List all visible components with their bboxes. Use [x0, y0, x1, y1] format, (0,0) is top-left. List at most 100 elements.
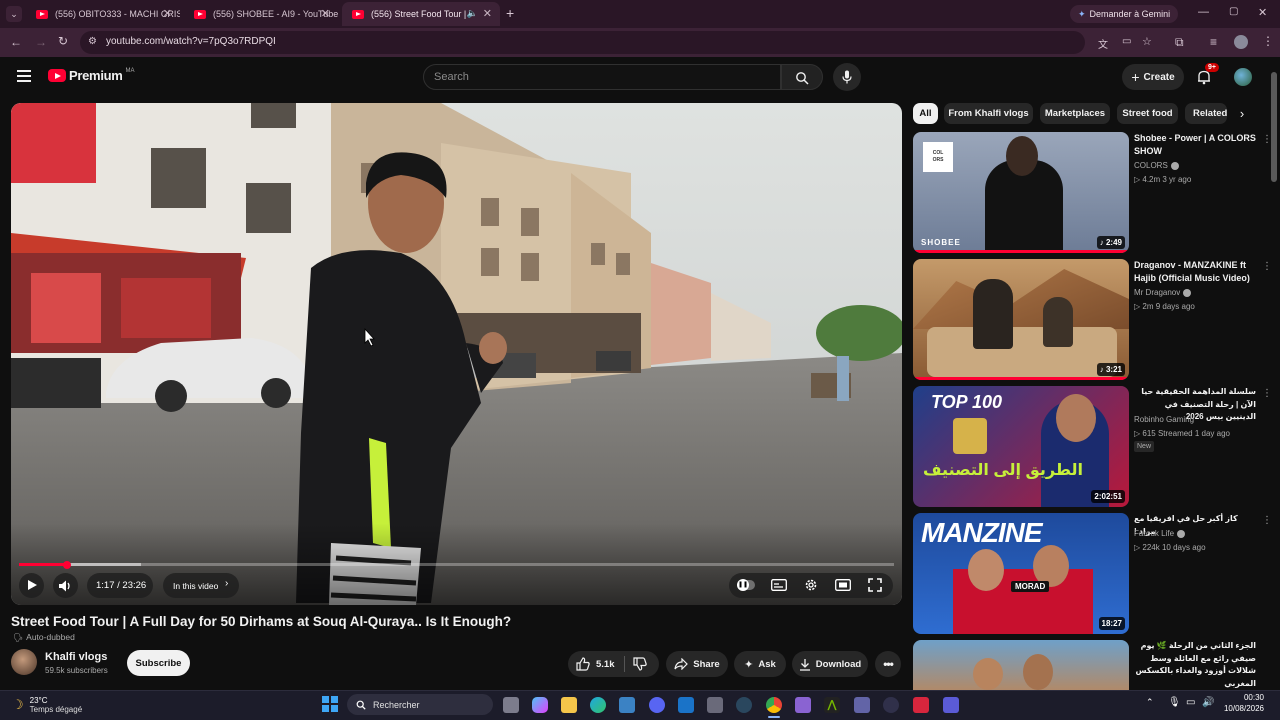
- weather-desc: Temps dégagé: [29, 705, 83, 714]
- theater-mode-button[interactable]: [835, 579, 851, 591]
- rec-thumbnail-2[interactable]: ♪ 3:21: [913, 259, 1129, 380]
- url-text[interactable]: youtube.com/watch?v=7pQ3o7RDPQI: [106, 36, 276, 47]
- notification-count-badge: 9+: [1205, 63, 1219, 72]
- extensions-icon[interactable]: ⧉: [1175, 35, 1184, 50]
- task-view-icon[interactable]: [503, 697, 519, 713]
- copilot-icon[interactable]: [532, 697, 548, 713]
- network-icon[interactable]: ▭: [1186, 697, 1195, 708]
- obs-icon[interactable]: [883, 697, 899, 713]
- mail-icon[interactable]: [678, 697, 694, 713]
- gemini-button[interactable]: ✦ Demander à Gemini: [1070, 5, 1179, 23]
- rec-thumbnail-1[interactable]: COL ORS SHOBEE ♪ 2:49: [913, 132, 1129, 253]
- profile-avatar[interactable]: [1234, 35, 1248, 49]
- tab-search-button[interactable]: ⌄: [6, 6, 22, 22]
- maximize-window-icon[interactable]: ▢: [1229, 6, 1238, 17]
- create-button[interactable]: + Create: [1122, 64, 1184, 90]
- close-tab-icon[interactable]: ✕: [163, 7, 172, 20]
- chip-all[interactable]: All: [913, 103, 938, 124]
- chrome-icon[interactable]: [766, 697, 782, 713]
- rec-channel-3[interactable]: Robinho Gaming: [1134, 415, 1194, 424]
- omnibox[interactable]: ⚙ youtube.com/watch?v=7pQ3o7RDPQI 文 ▭ ☆: [80, 31, 1152, 54]
- teams-icon[interactable]: [854, 697, 870, 713]
- rec-thumbnail-3[interactable]: TOP 100 الطريق إلى التصنيف 2:02:51: [913, 386, 1129, 507]
- tray-overflow-icon[interactable]: ⌃: [1146, 697, 1154, 708]
- subscribe-button[interactable]: Subscribe: [127, 650, 190, 676]
- minimize-window-icon[interactable]: —: [1198, 6, 1209, 18]
- file-explorer-icon[interactable]: [561, 697, 577, 713]
- autoplay-toggle[interactable]: ❚❚: [737, 579, 755, 591]
- cast-icon[interactable]: ▭: [1122, 36, 1131, 47]
- close-tab-icon[interactable]: ✕: [483, 7, 492, 20]
- more-actions-button[interactable]: •••: [875, 651, 901, 677]
- voice-search-button[interactable]: [833, 63, 861, 91]
- download-button[interactable]: Download: [792, 651, 868, 677]
- reload-icon[interactable]: ↻: [58, 34, 68, 48]
- ask-button[interactable]: ✦ Ask: [734, 651, 786, 677]
- subtitles-button[interactable]: [771, 579, 787, 591]
- rec-thumbnail-5[interactable]: [913, 640, 1129, 690]
- back-arrow-icon[interactable]: ←: [10, 35, 22, 49]
- rec-title-5[interactable]: الجزء الثاني من الرحلة 🌿 يوم صيفي رائع م…: [1134, 640, 1256, 688]
- photos-icon[interactable]: [707, 697, 723, 713]
- fullscreen-button[interactable]: [868, 578, 882, 592]
- tab-2[interactable]: (556) SHOBEE - AI9 - YouTube ✕: [184, 2, 338, 26]
- notifications-button[interactable]: 9+: [1196, 63, 1219, 87]
- close-window-icon[interactable]: ✕: [1258, 6, 1267, 19]
- taskbar-search[interactable]: Rechercher: [347, 694, 493, 715]
- account-avatar[interactable]: [1234, 68, 1252, 86]
- play-button[interactable]: [19, 573, 44, 598]
- weather-widget[interactable]: ☽ 23°C Temps dégagé: [12, 693, 82, 717]
- page-scrollbar[interactable]: [1270, 60, 1278, 690]
- rec-channel-4[interactable]: Farouk Life: [1134, 529, 1186, 538]
- game-controller-icon[interactable]: [795, 697, 811, 713]
- tab-3-active[interactable]: (556) Street Food Tour | A F... 🔈 ✕: [342, 2, 500, 26]
- bookmark-star-icon[interactable]: ☆: [1142, 35, 1152, 48]
- chip-related[interactable]: Related: [1185, 103, 1227, 124]
- guide-menu-icon[interactable]: [17, 70, 31, 82]
- new-tab-button[interactable]: +: [506, 5, 514, 21]
- discord-icon[interactable]: [649, 697, 665, 713]
- site-info-icon[interactable]: ⚙: [88, 36, 97, 47]
- channel-name[interactable]: Khalfi vlogs: [45, 651, 107, 663]
- browser-menu-icon[interactable]: ⋮: [1262, 34, 1274, 48]
- store-icon[interactable]: [619, 697, 635, 713]
- translate-icon[interactable]: 文: [1098, 36, 1108, 51]
- settings-button[interactable]: [804, 578, 818, 592]
- like-button[interactable]: 5.1k: [568, 651, 623, 677]
- chip-from-channel[interactable]: From Khalfi vlogs: [944, 103, 1033, 124]
- scrollbar-thumb[interactable]: [1271, 72, 1277, 182]
- mute-tab-icon[interactable]: 🔈: [467, 8, 478, 19]
- clock[interactable]: 00:30 10/08/2026: [1218, 693, 1264, 713]
- youtube-premium-logo[interactable]: Premium MA: [48, 68, 135, 83]
- steam-icon[interactable]: [736, 697, 752, 713]
- dislike-button[interactable]: [628, 651, 658, 677]
- search-button[interactable]: [781, 64, 823, 90]
- app-icon[interactable]: [913, 697, 929, 713]
- volume-button[interactable]: [53, 573, 78, 598]
- video-player[interactable]: 1:17 / 23:26 In this video › ❚❚: [11, 103, 902, 605]
- rec-channel-1[interactable]: COLORS: [1134, 161, 1179, 170]
- share-button[interactable]: Share: [666, 651, 728, 677]
- progress-bar[interactable]: [19, 560, 894, 569]
- start-button[interactable]: [322, 696, 338, 712]
- in-this-video-button[interactable]: In this video ›: [163, 573, 239, 598]
- nvidia-icon[interactable]: ⋀: [824, 697, 840, 713]
- close-tab-icon[interactable]: ✕: [321, 7, 330, 20]
- progress-scrubber[interactable]: [63, 560, 72, 569]
- rec-title-2[interactable]: Draganov - MANZAKINE ft Hajib (Official …: [1134, 259, 1256, 284]
- rec-title-1[interactable]: Shobee - Power | A COLORS SHOW: [1134, 132, 1256, 157]
- microphone-tray-icon[interactable]: 🎙: [1168, 697, 1181, 708]
- volume-tray-icon[interactable]: 🔊: [1202, 697, 1214, 708]
- forward-arrow-icon[interactable]: →: [35, 35, 47, 49]
- chip-street-food[interactable]: Street food: [1117, 103, 1178, 124]
- rec-channel-2[interactable]: Mr Draganov: [1134, 288, 1192, 297]
- search-input[interactable]: Search: [423, 64, 781, 90]
- app-icon-active[interactable]: [943, 697, 959, 713]
- channel-avatar[interactable]: [11, 649, 37, 675]
- edge-icon[interactable]: [590, 697, 606, 713]
- chip-marketplaces[interactable]: Marketplaces: [1040, 103, 1110, 124]
- chips-next-arrow[interactable]: ›: [1230, 103, 1254, 124]
- reading-list-icon[interactable]: ≡: [1210, 35, 1217, 49]
- tab-1[interactable]: (556) OBITO333 - MACHI CRIS... ✕: [26, 2, 180, 26]
- rec-thumbnail-4[interactable]: MANZINE MORAD 18:27: [913, 513, 1129, 634]
